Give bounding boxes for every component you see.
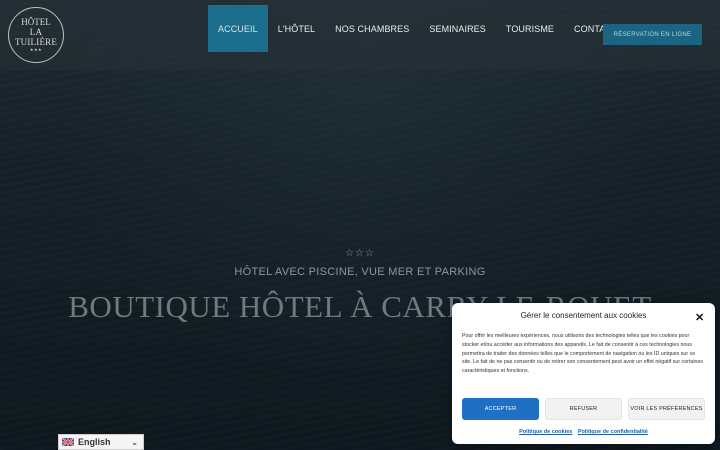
site-header: HÔTEL LA TUILIÈRE ★★★ ACCUEIL L'HÔTEL NO…	[0, 0, 720, 70]
view-preferences-button[interactable]: VOIR LES PRÉFÉRENCES	[628, 398, 705, 420]
privacy-policy-link[interactable]: Politique de confidentialité	[578, 429, 648, 435]
logo-line-1: HÔTEL	[21, 16, 51, 27]
language-selector[interactable]: English ⌄	[58, 434, 144, 450]
nav-item-seminaires[interactable]: SEMINAIRES	[419, 5, 496, 52]
nav-item-tourisme[interactable]: TOURISME	[496, 5, 564, 52]
reservation-button[interactable]: RÉSERVATION EN LIGNE	[603, 24, 702, 45]
close-icon[interactable]: ✕	[695, 311, 704, 324]
language-label: English	[78, 437, 111, 447]
hero-stars: ☆☆☆	[345, 248, 375, 259]
nav-item-accueil[interactable]: ACCUEIL	[208, 5, 268, 52]
nav-item-hotel[interactable]: L'HÔTEL	[268, 5, 325, 52]
nav-item-chambres[interactable]: NOS CHAMBRES	[325, 5, 419, 52]
cookie-consent-dialog: Gérer le consentement aux cookies ✕ Pour…	[452, 303, 715, 444]
hero-subtitle: HÔTEL AVEC PISCINE, VUE MER ET PARKING	[234, 266, 486, 278]
uk-flag-icon	[62, 438, 74, 446]
cookie-dialog-title: Gérer le consentement aux cookies	[520, 311, 647, 320]
cookie-dialog-body: Pour offrir les meilleures expériences, …	[462, 333, 704, 375]
logo-line-2: LA TUILIÈRE	[14, 26, 58, 47]
chevron-down-icon: ⌄	[131, 438, 138, 447]
logo-stars: ★★★	[29, 46, 43, 52]
cookie-policy-links: Politique de cookies Politique de confid…	[452, 429, 715, 435]
cookie-policy-link[interactable]: Politique de cookies	[519, 429, 572, 435]
hotel-logo[interactable]: HÔTEL LA TUILIÈRE ★★★	[8, 7, 64, 63]
accept-button[interactable]: ACCEPTER	[462, 398, 539, 420]
refuse-button[interactable]: REFUSER	[545, 398, 622, 420]
